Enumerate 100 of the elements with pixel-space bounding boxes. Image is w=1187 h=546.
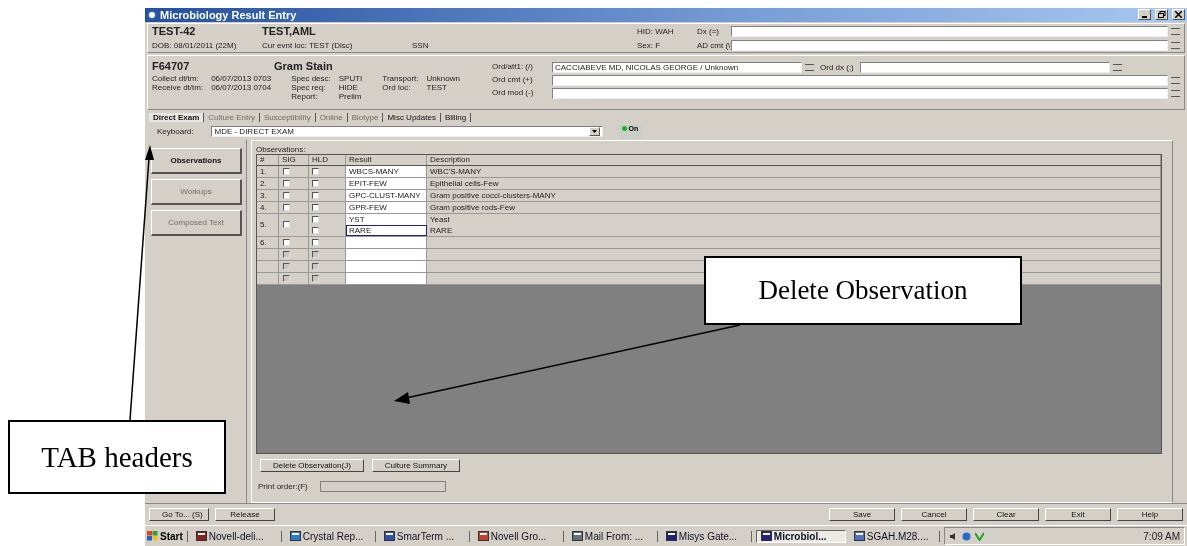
description-cell: WBC'S-MANY bbox=[427, 165, 1161, 177]
checkbox[interactable] bbox=[283, 238, 290, 246]
footer-button[interactable]: Save bbox=[829, 508, 895, 522]
input-field[interactable] bbox=[552, 74, 1168, 86]
speaker-icon[interactable] bbox=[948, 531, 958, 541]
taskbar-button[interactable]: SGAH.M28.... bbox=[849, 530, 940, 542]
checkbox[interactable] bbox=[312, 215, 319, 223]
accession-number: F64707 bbox=[152, 59, 191, 72]
checkbox[interactable] bbox=[312, 203, 319, 211]
callout-note: Delete Observation bbox=[704, 256, 1022, 325]
footer-button[interactable]: Release bbox=[215, 508, 275, 522]
result-cell[interactable]: RARE bbox=[346, 224, 427, 236]
taskbar-button[interactable]: Microbiol... bbox=[755, 529, 846, 543]
footer-button[interactable]: Clear bbox=[973, 508, 1039, 522]
tab[interactable]: Misc Updates bbox=[383, 112, 441, 122]
checkbox[interactable] bbox=[312, 179, 319, 187]
checkbox[interactable] bbox=[312, 191, 319, 199]
minimize-button[interactable] bbox=[1138, 9, 1151, 21]
result-cell[interactable]: YST bbox=[346, 213, 427, 225]
result-cell[interactable]: GPR-FEW bbox=[346, 201, 427, 213]
list-icon[interactable] bbox=[1112, 63, 1122, 71]
restore-button[interactable] bbox=[1155, 9, 1168, 21]
flag-icon bbox=[147, 531, 158, 541]
observations-label: Observations: bbox=[256, 144, 307, 154]
row-number: 3. bbox=[260, 190, 267, 200]
field-value: HIDE bbox=[338, 82, 359, 92]
input-field[interactable]: CACCIABEVE MD, NICOLAS GEORGE / Unknown bbox=[552, 61, 802, 73]
checkbox[interactable] bbox=[283, 203, 290, 211]
footer-button[interactable]: Cancel bbox=[901, 508, 967, 522]
checkbox[interactable] bbox=[283, 167, 290, 175]
side-button[interactable]: Observations bbox=[151, 147, 242, 174]
checkbox[interactable] bbox=[283, 221, 290, 229]
start-button[interactable]: Start bbox=[147, 530, 188, 542]
checkbox[interactable] bbox=[283, 191, 290, 199]
taskbar-button[interactable]: Mail From: ... bbox=[567, 530, 658, 542]
close-icon bbox=[1175, 11, 1182, 19]
app-icon bbox=[571, 531, 583, 541]
hid-label: HID: WAH bbox=[637, 26, 675, 36]
tab[interactable]: Direct Exam bbox=[149, 112, 205, 122]
callout-note: TAB headers bbox=[8, 420, 226, 494]
footer-button[interactable]: Help bbox=[1117, 508, 1183, 522]
field-value: Prelim bbox=[338, 91, 363, 101]
dropdown-arrow-icon[interactable] bbox=[589, 127, 601, 137]
description-cell: RARE bbox=[427, 224, 1161, 236]
field-label: Dx (=) bbox=[697, 26, 720, 36]
print-order-field[interactable] bbox=[319, 480, 446, 492]
app-icon bbox=[147, 9, 157, 20]
patient-id: TEST-42 bbox=[152, 25, 197, 38]
result-cell[interactable] bbox=[346, 236, 427, 248]
taskbar-button[interactable]: SmarTerm ... bbox=[379, 530, 470, 542]
list-icon[interactable] bbox=[805, 63, 814, 71]
description-cell: Gram positive cocci-clusters-MANY bbox=[427, 189, 1161, 201]
app-icon bbox=[760, 531, 772, 541]
column-header: SIG bbox=[279, 154, 309, 165]
test-name: Gram Stain bbox=[274, 59, 333, 72]
taskbar-button[interactable]: Novell-deli... bbox=[191, 530, 282, 542]
keyboard-dropdown[interactable]: MDE - DIRECT EXAM bbox=[211, 126, 604, 138]
dob-label: DOB: 08/01/2011 (22M) bbox=[152, 40, 238, 50]
footer-button[interactable]: Go To... (S) bbox=[149, 508, 209, 522]
checkbox[interactable] bbox=[283, 179, 290, 187]
checkbox[interactable] bbox=[312, 238, 319, 246]
description-cell: Epithelial cells-Few bbox=[427, 177, 1161, 189]
field-label: Spec req: bbox=[291, 82, 327, 92]
taskbar-button[interactable]: Novell Gro... bbox=[473, 530, 564, 542]
field-label: Ord dx (;) bbox=[820, 62, 854, 72]
footer-button[interactable]: Exit bbox=[1045, 508, 1111, 522]
row-number: 2. bbox=[260, 178, 267, 188]
taskbar-button[interactable]: Misys Gate... bbox=[661, 530, 752, 542]
field-label: Ord cmt (+) bbox=[492, 74, 534, 86]
tab[interactable]: Billing bbox=[440, 112, 472, 122]
window-title: Microbiology Result Entry bbox=[160, 8, 297, 21]
app-icon bbox=[383, 531, 395, 541]
checkbox[interactable] bbox=[312, 226, 319, 234]
row-number: 1. bbox=[260, 166, 267, 176]
location-label: Cur evnt loc: TEST (Disc) bbox=[262, 40, 354, 50]
close-button[interactable] bbox=[1172, 9, 1185, 21]
action-button[interactable]: Delete Observation(J) bbox=[260, 458, 364, 472]
column-header: Description bbox=[427, 154, 1161, 165]
row-number: 6. bbox=[260, 237, 267, 247]
input-field[interactable] bbox=[731, 25, 1168, 37]
field-label: Receive dt/tm: bbox=[152, 82, 204, 92]
action-button[interactable]: Culture Summary bbox=[371, 458, 461, 472]
result-cell[interactable]: GPC-CLUST-MANY bbox=[346, 189, 427, 201]
field-label: Transport: bbox=[382, 73, 419, 83]
column-header: HLD bbox=[309, 154, 346, 165]
field-value: Unknown bbox=[426, 73, 460, 83]
input-field[interactable] bbox=[859, 61, 1110, 73]
sex-label: Sex: F bbox=[637, 40, 662, 50]
input-field[interactable] bbox=[731, 39, 1168, 51]
taskbar-button[interactable]: Crystal Rep... bbox=[285, 530, 376, 542]
checkbox[interactable] bbox=[312, 167, 319, 175]
row-number: 5. bbox=[260, 220, 267, 230]
app-icon bbox=[665, 531, 677, 541]
app-icon bbox=[853, 531, 865, 541]
result-cell[interactable]: WBCS-MANY bbox=[346, 165, 427, 177]
column-header: Result bbox=[346, 154, 427, 165]
field-value: 06/07/2013 0704 bbox=[211, 82, 272, 92]
result-cell[interactable]: EPIT-FEW bbox=[346, 177, 427, 189]
keyboard-label: Keyboard: bbox=[157, 127, 194, 137]
input-field[interactable] bbox=[552, 87, 1168, 99]
